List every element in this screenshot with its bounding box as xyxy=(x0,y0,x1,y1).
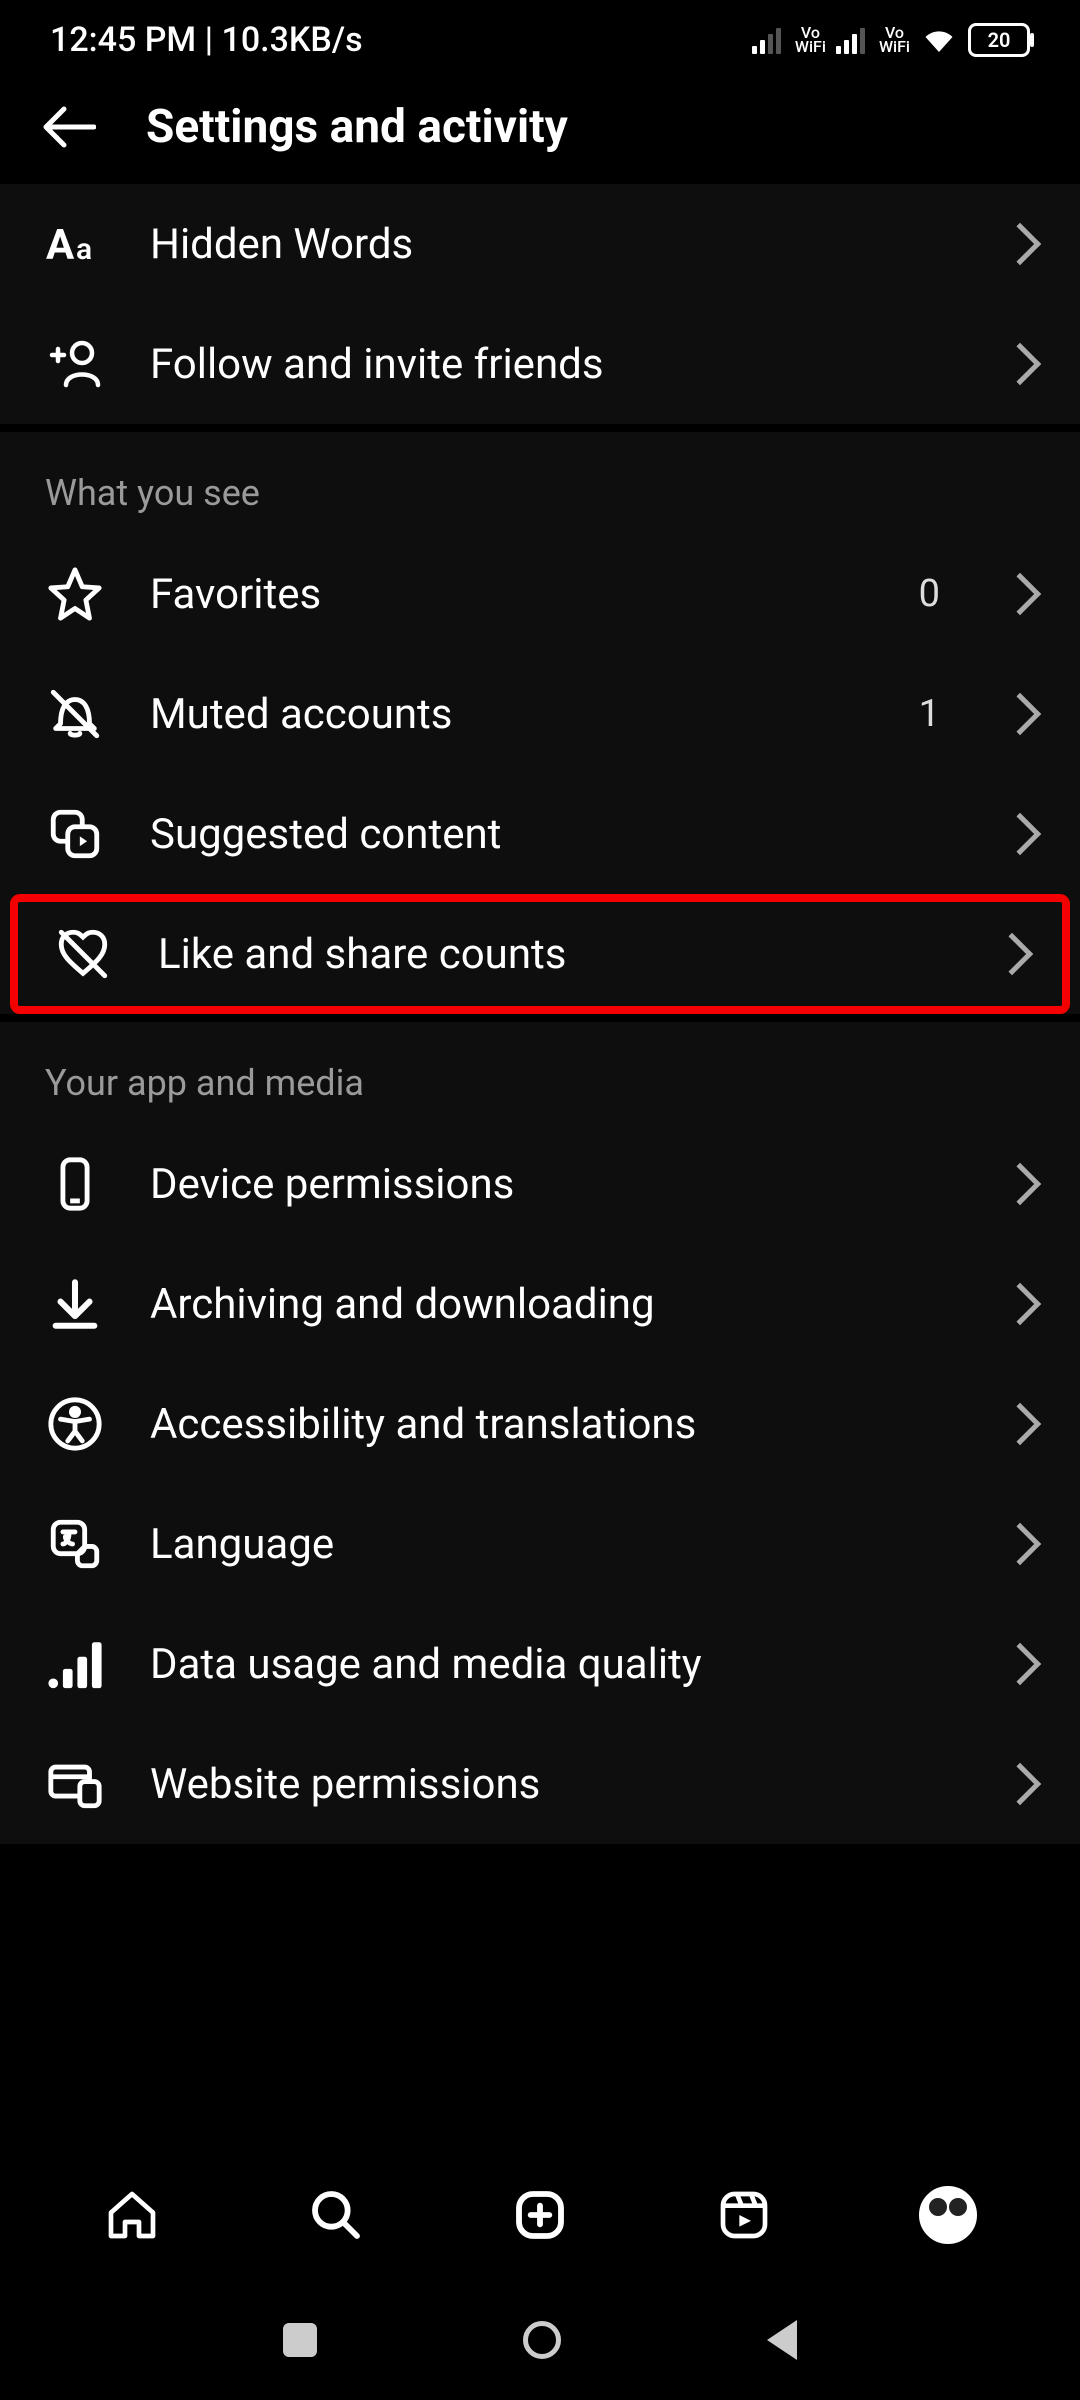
row-archiving-downloading[interactable]: Archiving and downloading xyxy=(0,1244,1080,1364)
chevron-right-icon xyxy=(999,1283,1041,1325)
row-label: Archiving and downloading xyxy=(150,1280,960,1329)
row-label: Language xyxy=(150,1520,960,1569)
battery-icon: 20 xyxy=(968,23,1030,57)
sys-recents[interactable] xyxy=(283,2323,317,2357)
header: Settings and activity xyxy=(0,80,1080,184)
chevron-right-icon xyxy=(999,343,1041,385)
row-data-usage[interactable]: Data usage and media quality xyxy=(0,1604,1080,1724)
nav-create[interactable] xyxy=(510,2185,570,2245)
heart-off-icon xyxy=(53,924,113,984)
chevron-right-icon xyxy=(999,573,1041,615)
suggested-icon xyxy=(45,804,105,864)
chevron-right-icon xyxy=(999,813,1041,855)
signal-2-icon xyxy=(836,26,865,54)
sys-home[interactable] xyxy=(523,2321,561,2359)
svg-text:A: A xyxy=(46,221,75,269)
row-label: Website permissions xyxy=(150,1760,960,1809)
row-language[interactable]: Language xyxy=(0,1484,1080,1604)
row-muted-accounts[interactable]: Muted accounts 1 xyxy=(0,654,1080,774)
row-value: 0 xyxy=(919,572,940,616)
row-label: Follow and invite friends xyxy=(150,340,960,389)
section-title: Your app and media xyxy=(0,1022,1080,1124)
row-label: Accessibility and translations xyxy=(150,1400,960,1449)
signal-bars-icon xyxy=(45,1634,105,1694)
download-icon xyxy=(45,1274,105,1334)
svg-text:a: a xyxy=(76,232,92,267)
chevron-right-icon xyxy=(999,1643,1041,1685)
row-device-permissions[interactable]: Device permissions xyxy=(0,1124,1080,1244)
row-label: Favorites xyxy=(150,570,874,619)
phone-icon xyxy=(45,1154,105,1214)
back-button[interactable] xyxy=(40,104,96,150)
nav-home[interactable] xyxy=(102,2185,162,2245)
section-what-you-see: What you see Favorites 0 Muted accounts … xyxy=(0,432,1080,1022)
chevron-right-icon xyxy=(999,1403,1041,1445)
row-label: Hidden Words xyxy=(150,220,960,269)
chevron-right-icon xyxy=(999,223,1041,265)
section-top: Aa Hidden Words Follow and invite friend… xyxy=(0,184,1080,432)
row-follow-invite[interactable]: Follow and invite friends xyxy=(0,304,1080,424)
status-time: 12:45 PM | 10.3KB/s xyxy=(50,20,363,60)
vowifi-1-icon: VoWiFi xyxy=(795,26,826,54)
add-friend-icon xyxy=(45,334,105,394)
row-label: Suggested content xyxy=(150,810,960,859)
page-title: Settings and activity xyxy=(146,100,568,154)
back-arrow-icon xyxy=(40,104,96,150)
row-label: Data usage and media quality xyxy=(150,1640,960,1689)
system-nav xyxy=(0,2280,1080,2400)
row-favorites[interactable]: Favorites 0 xyxy=(0,534,1080,654)
row-like-share-counts[interactable]: Like and share counts xyxy=(10,894,1070,1014)
vowifi-2-icon: VoWiFi xyxy=(879,26,910,54)
aa-icon: Aa xyxy=(45,214,105,274)
star-icon xyxy=(45,564,105,624)
chevron-right-icon xyxy=(999,1163,1041,1205)
chevron-right-icon xyxy=(991,933,1033,975)
avatar-icon xyxy=(919,2186,977,2244)
nav-search[interactable] xyxy=(306,2185,366,2245)
status-bar: 12:45 PM | 10.3KB/s VoWiFi VoWiFi 20 xyxy=(0,0,1080,80)
row-suggested-content[interactable]: Suggested content xyxy=(0,774,1080,894)
row-label: Like and share counts xyxy=(158,930,952,979)
chevron-right-icon xyxy=(999,1763,1041,1805)
nav-reels[interactable] xyxy=(714,2185,774,2245)
section-title: What you see xyxy=(0,432,1080,534)
wifi-icon xyxy=(920,25,958,55)
chevron-right-icon xyxy=(999,693,1041,735)
row-label: Muted accounts xyxy=(150,690,874,739)
website-icon xyxy=(45,1754,105,1814)
status-right: VoWiFi VoWiFi 20 xyxy=(752,23,1030,57)
bottom-nav xyxy=(0,2160,1080,2270)
signal-1-icon xyxy=(752,26,781,54)
row-hidden-words[interactable]: Aa Hidden Words xyxy=(0,184,1080,304)
chevron-right-icon xyxy=(999,1523,1041,1565)
sys-back[interactable] xyxy=(767,2320,797,2360)
accessibility-icon xyxy=(45,1394,105,1454)
language-icon xyxy=(45,1514,105,1574)
row-accessibility[interactable]: Accessibility and translations xyxy=(0,1364,1080,1484)
row-label: Device permissions xyxy=(150,1160,960,1209)
row-website-permissions[interactable]: Website permissions xyxy=(0,1724,1080,1844)
bell-off-icon xyxy=(45,684,105,744)
section-app-media: Your app and media Device permissions Ar… xyxy=(0,1022,1080,1852)
nav-profile[interactable] xyxy=(918,2185,978,2245)
row-value: 1 xyxy=(919,692,940,736)
